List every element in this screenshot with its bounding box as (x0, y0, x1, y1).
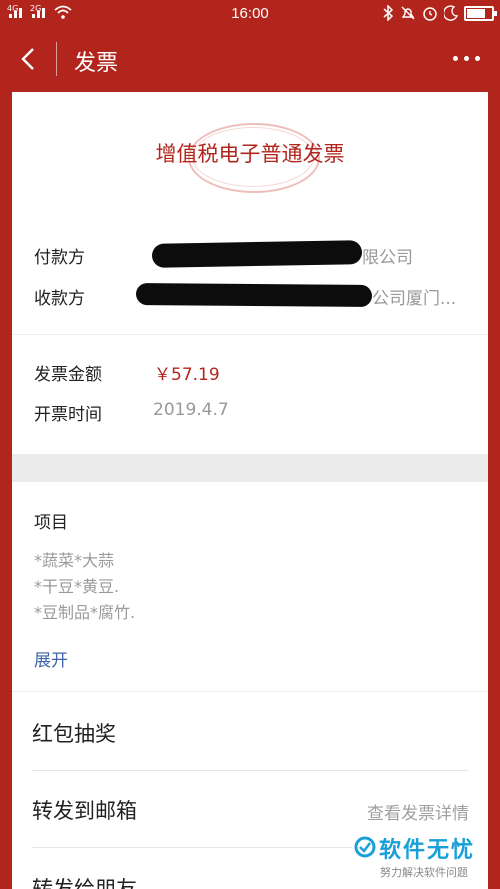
forward-to-friend-button[interactable]: 转发给朋友 (32, 873, 137, 889)
divider (12, 334, 488, 335)
section-gap (12, 454, 488, 482)
date-value: 2019.4.7 (153, 400, 229, 420)
battery-icon (464, 5, 497, 21)
watermark-name: 软件无忧 (379, 838, 476, 863)
title-bar: 发票 (0, 28, 500, 90)
red-packet-lottery-button[interactable]: 红包抽奖 (32, 718, 116, 748)
amount-label: 发票金额 (34, 365, 102, 385)
divider (12, 691, 488, 692)
item-line: *蔬菜*大蒜 (34, 551, 115, 570)
watermark-logo-icon (354, 836, 376, 858)
expand-link[interactable]: 展开 (34, 646, 68, 671)
alarm-icon (423, 7, 437, 21)
item-line: *干豆*黄豆. (34, 577, 120, 596)
forward-to-email-button[interactable]: 转发到邮箱 (32, 795, 137, 825)
date-label: 开票时间 (34, 405, 102, 425)
more-options-icon[interactable] (453, 56, 480, 61)
watermark-slogan: 努力解决软件问题 (380, 866, 468, 879)
title-divider (56, 42, 57, 76)
bluetooth-icon (383, 5, 394, 21)
redacted-payee (135, 282, 373, 308)
items-heading: 项目 (34, 513, 68, 533)
view-invoice-details-link[interactable]: 查看发票详情 (367, 799, 469, 824)
payer-value: 限公司 (362, 248, 413, 268)
payer-label: 付款方 (34, 248, 85, 268)
payee-value: 公司厦门... (372, 289, 457, 309)
back-arrow-icon[interactable] (14, 45, 42, 73)
mute-bell-icon (401, 6, 415, 20)
item-line: *豆制品*腐竹. (34, 603, 136, 622)
page-title: 发票 (74, 51, 119, 76)
divider (32, 770, 468, 771)
status-bar: 4G 2G 16:00 (0, 0, 500, 28)
invoice-card: 增值税电子普通发票 付款方 限公司 收款方 公司厦门... 发票金额 ￥57.1… (12, 92, 488, 889)
amount-value: ￥57.19 (154, 365, 220, 385)
site-watermark: 软件无忧 努力解决软件问题 (352, 830, 488, 882)
redacted-payer (151, 240, 363, 268)
payee-label: 收款方 (34, 289, 85, 309)
moon-icon (444, 5, 458, 21)
invoice-title: 增值税电子普通发票 (155, 142, 345, 166)
